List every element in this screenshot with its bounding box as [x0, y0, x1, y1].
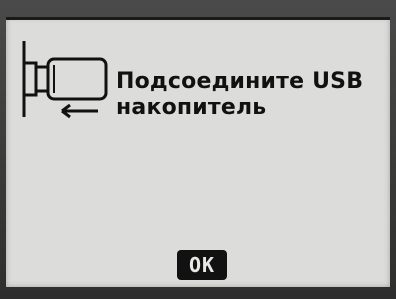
usb-connect-icon: [22, 41, 108, 119]
connect-usb-message: Подсоедините USB накопитель: [116, 69, 386, 121]
lcd-screen: Подсоедините USB накопитель OK: [6, 17, 390, 287]
message-line-1: Подсоедините USB: [116, 69, 364, 94]
message-line-2: накопитель: [116, 95, 267, 120]
ok-button[interactable]: OK: [177, 250, 227, 280]
screen-top-border: [6, 17, 390, 20]
